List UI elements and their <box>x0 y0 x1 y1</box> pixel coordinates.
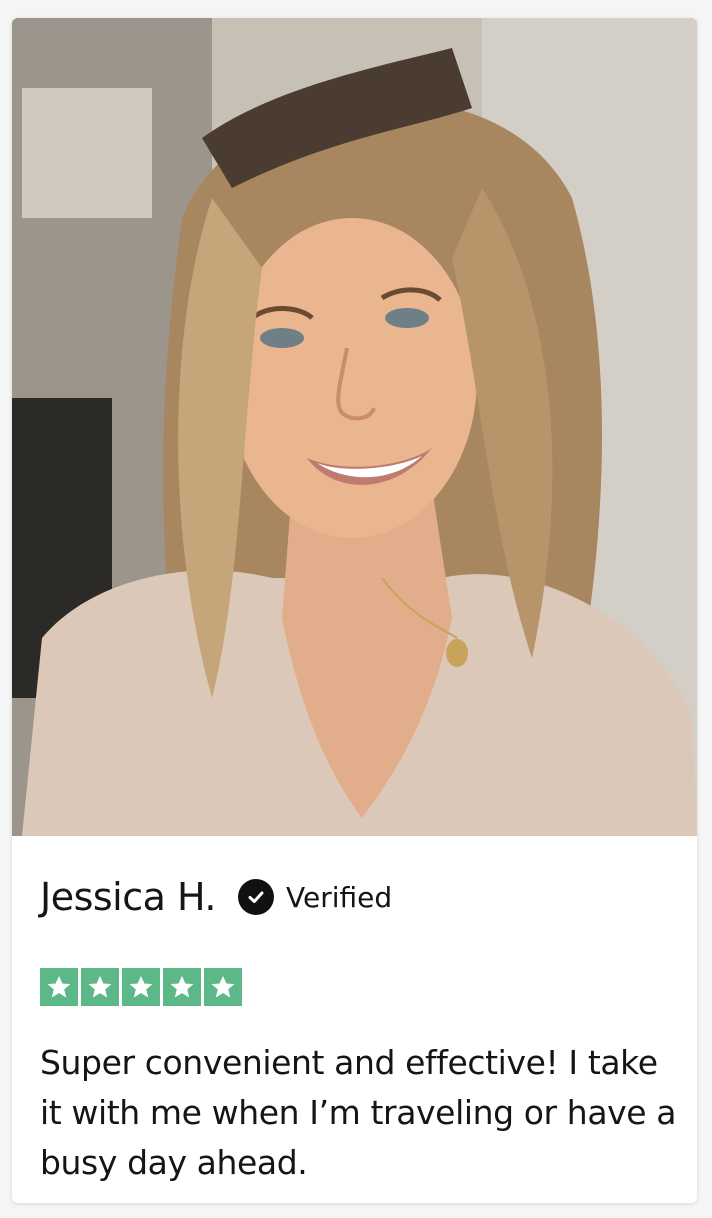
reviewer-row: Jessica H. Verified <box>40 872 392 922</box>
star-icon <box>81 968 119 1006</box>
verified-label: Verified <box>285 880 393 914</box>
star-icon <box>40 968 78 1006</box>
star-rating <box>40 968 242 1006</box>
reviewer-name: Jessica H. <box>40 875 216 919</box>
reviewer-photo <box>12 18 697 836</box>
review-text: Super convenient and effective! I take i… <box>40 1043 677 1182</box>
check-circle-icon <box>237 879 274 915</box>
star-icon <box>122 968 160 1006</box>
review-card: Jessica H. Verified Super convenient and… <box>12 18 697 1203</box>
reviewer-photo-illustration <box>12 18 697 836</box>
star-icon <box>163 968 201 1006</box>
star-icon <box>204 968 242 1006</box>
